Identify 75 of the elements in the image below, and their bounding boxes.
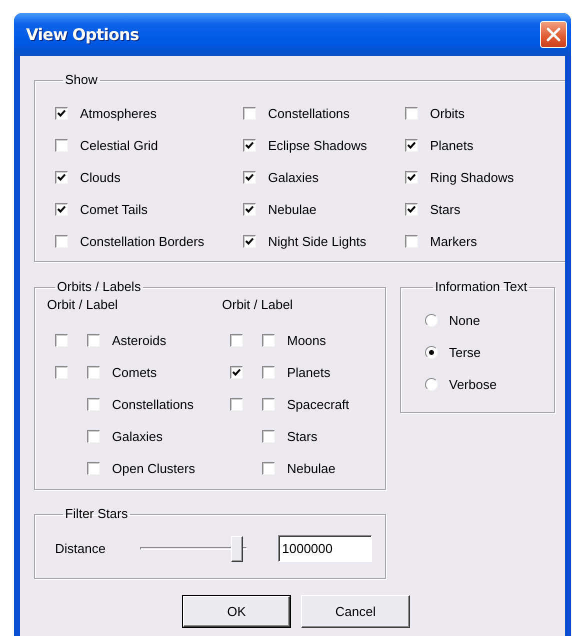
checkbox-label: Comet Tails [80,202,148,216]
checkbox-label: Atmospheres [80,106,157,120]
checkbox-label: Moons [287,332,326,348]
radio-button[interactable] [425,346,438,358]
radio-button[interactable] [425,314,438,326]
checkbox[interactable] [405,170,418,184]
checkbox-label: Nebulae [287,460,336,476]
group-title: Show [65,72,98,87]
checkbox[interactable] [243,234,256,248]
dialog-button[interactable]: Cancel [301,595,410,628]
field-label: Distance [55,541,107,556]
checkbox[interactable] [87,366,100,378]
checkbox[interactable] [230,334,243,346]
checkbox[interactable] [55,202,68,216]
checkbox[interactable] [55,138,68,152]
checkbox[interactable] [230,366,243,378]
checkbox-label: Constellation Borders [80,234,204,248]
checkbox[interactable] [55,170,68,184]
checkbox-label: Eclipse Shadows [268,138,367,152]
checkbox-label: Open Clusters [112,460,196,476]
checkbox[interactable] [87,398,100,410]
radio-label: Terse [449,344,481,360]
checkbox-label: Ring Shadows [430,170,514,184]
checkbox-label: Galaxies [112,428,163,444]
checkbox[interactable] [55,234,68,248]
checkbox[interactable] [262,366,275,378]
checkbox[interactable] [262,462,275,474]
column-header: Orbit / Label [47,296,119,314]
group-title: Orbits / Labels [57,279,141,294]
slider-thumb[interactable] [231,536,244,562]
column-header: Orbit / Label [222,296,294,314]
checkbox[interactable] [243,170,256,184]
group-title: Information Text [435,279,528,294]
checkbox-label: Nebulae [268,202,316,216]
checkbox[interactable] [243,138,256,152]
checkbox[interactable] [262,430,275,442]
checkbox[interactable] [262,334,275,346]
checkbox[interactable] [55,366,68,378]
checkbox[interactable] [243,106,256,120]
checkbox[interactable] [87,430,100,442]
close-button[interactable] [540,21,567,48]
checkbox-label: Constellations [268,106,350,120]
checkbox-label: Celestial Grid [80,138,158,152]
checkbox[interactable] [87,334,100,346]
checkbox[interactable] [405,106,418,120]
checkbox[interactable] [55,106,68,120]
checkbox[interactable] [405,202,418,216]
checkbox-label: Constellations [112,396,194,412]
radio-label: None [449,312,480,328]
checkbox[interactable] [262,398,275,410]
checkbox-label: Asteroids [112,332,166,348]
checkbox-label: Planets [287,364,330,380]
dialog-button[interactable]: OK [182,595,291,628]
radio-label: Verbose [449,376,497,392]
input-field[interactable]: 1000000 [278,535,372,562]
checkbox-label: Orbits [430,106,465,120]
radio-button[interactable] [425,378,438,390]
checkbox-label: Planets [430,138,474,152]
checkbox-label: Spacecraft [287,396,350,412]
checkbox-label: Clouds [80,170,120,184]
checkbox-label: Stars [287,428,318,444]
checkbox[interactable] [405,138,418,152]
checkbox-label: Markers [430,234,477,248]
window-title: View Options [26,25,139,44]
checkbox-label: Comets [112,364,157,380]
checkbox[interactable] [243,202,256,216]
group-title: Filter Stars [65,506,128,521]
checkbox[interactable] [405,234,418,248]
close-icon [546,27,561,42]
checkbox[interactable] [87,462,100,474]
checkbox-label: Galaxies [268,170,319,184]
checkbox-label: Stars [430,202,460,216]
checkbox[interactable] [55,334,68,346]
checkbox[interactable] [230,398,243,410]
checkbox-label: Night Side Lights [268,234,366,248]
